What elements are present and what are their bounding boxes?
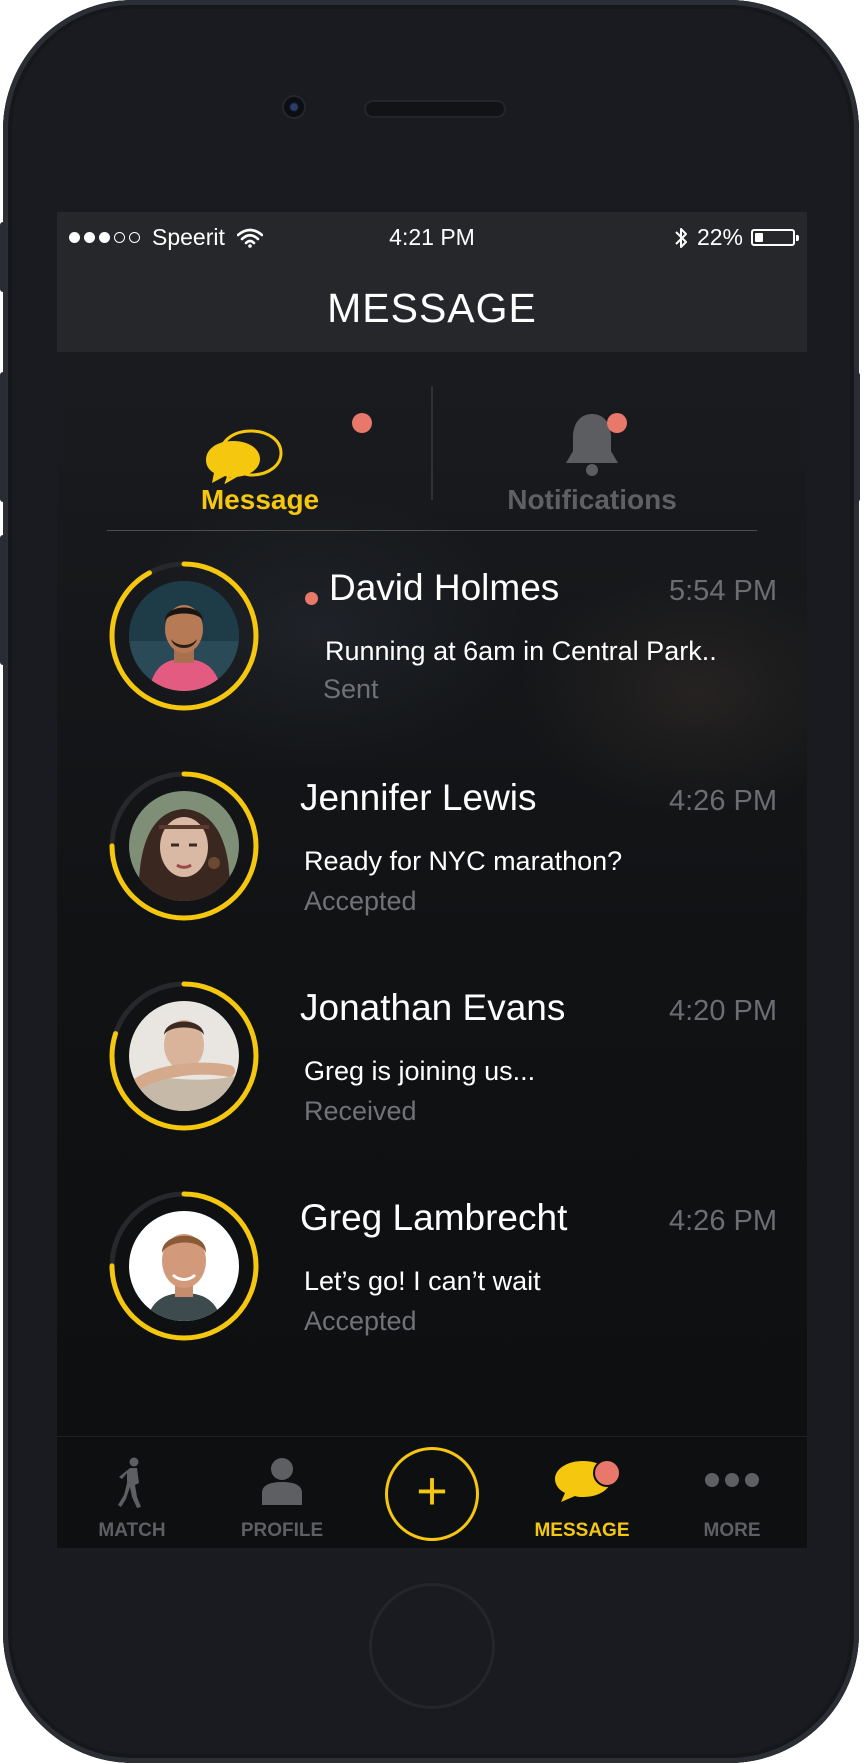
chat-bubbles-icon (206, 429, 283, 485)
tab-more[interactable]: MORE (657, 1437, 807, 1548)
message-preview: Running at 6am in Central Park.. (325, 636, 717, 666)
home-button[interactable] (369, 1583, 495, 1709)
contact-name: David Holmes (329, 567, 560, 608)
tab-match[interactable]: MATCH (57, 1437, 207, 1548)
tab-notifications-label: Notifications (507, 484, 677, 515)
tab-notifications[interactable]: Notifications (427, 387, 757, 517)
conversation-row[interactable]: David Holmes 5:54 PM Running at 6am in C… (107, 559, 777, 719)
earpiece-speaker (366, 102, 504, 116)
contact-name: Greg Lambrecht (300, 1197, 568, 1238)
battery-icon (751, 229, 799, 246)
front-camera (284, 97, 304, 117)
contact-name: Jennifer Lewis (300, 777, 537, 818)
conversation-row[interactable]: Jennifer Lewis 4:26 PM Ready for NYC mar… (107, 769, 777, 929)
contact-name: Jonathan Evans (300, 987, 566, 1028)
tab-profile[interactable]: PROFILE (207, 1437, 357, 1548)
message-preview: Let’s go! I can’t wait (304, 1266, 541, 1296)
more-dots-icon (705, 1473, 759, 1487)
screen: Speerit 4:21 PM 22% MESSAGE Message Noti… (57, 212, 807, 1548)
add-button[interactable]: + (385, 1447, 479, 1541)
message-badge (352, 413, 372, 433)
tab-underline (107, 530, 757, 531)
message-preview: Ready for NYC marathon? (304, 846, 623, 876)
avatar[interactable] (129, 1001, 239, 1111)
avatar-ring (107, 979, 261, 1133)
status-bar: Speerit 4:21 PM 22% (57, 212, 807, 262)
tab-bar: MATCH PROFILE + MESSAGE MORE (57, 1436, 807, 1548)
avatar-ring (107, 769, 261, 923)
battery-percent: 22% (696, 224, 743, 250)
message-nav-badge (593, 1459, 621, 1487)
page-title: MESSAGE (327, 285, 537, 331)
battery-fill (755, 233, 763, 242)
tab-message-nav[interactable]: MESSAGE (507, 1437, 657, 1548)
tab-message-nav-label: MESSAGE (534, 1520, 630, 1541)
message-time: 5:54 PM (669, 575, 777, 607)
power-button (854, 372, 860, 502)
tab-match-label: MATCH (98, 1520, 166, 1541)
tab-profile-label: PROFILE (240, 1520, 324, 1541)
conversation-row[interactable]: Greg Lambrecht 4:26 PM Let’s go! I can’t… (107, 1189, 777, 1349)
volume-up-button (0, 372, 6, 502)
nav-bar: MESSAGE (57, 262, 807, 352)
message-status: Received (304, 1096, 417, 1126)
volume-down-button (0, 535, 6, 665)
conversation-row[interactable]: Jonathan Evans 4:20 PM Greg is joining u… (107, 979, 777, 1139)
message-status: Accepted (304, 886, 417, 916)
unread-dot (305, 592, 318, 605)
avatar[interactable] (129, 581, 239, 691)
avatar-ring (107, 1189, 261, 1343)
tab-more-label: MORE (703, 1520, 761, 1541)
message-time: 4:20 PM (669, 995, 777, 1027)
mute-switch (0, 222, 6, 292)
status-right: 22% (673, 224, 799, 251)
person-icon (262, 1458, 302, 1505)
avatar[interactable] (129, 1211, 239, 1321)
message-status: Sent (323, 674, 379, 704)
tab-message-label: Message (200, 484, 320, 515)
avatar[interactable] (129, 791, 239, 901)
runner-icon (118, 1457, 141, 1508)
avatar-ring (107, 559, 261, 713)
plus-icon: + (416, 1461, 448, 1521)
message-preview: Greg is joining us... (304, 1056, 536, 1086)
message-time: 4:26 PM (669, 1205, 777, 1237)
message-time: 4:26 PM (669, 785, 777, 817)
tab-message[interactable]: Message (95, 387, 425, 517)
message-status: Accepted (304, 1306, 417, 1336)
bluetooth-icon (675, 227, 687, 248)
notifications-badge (607, 413, 627, 433)
